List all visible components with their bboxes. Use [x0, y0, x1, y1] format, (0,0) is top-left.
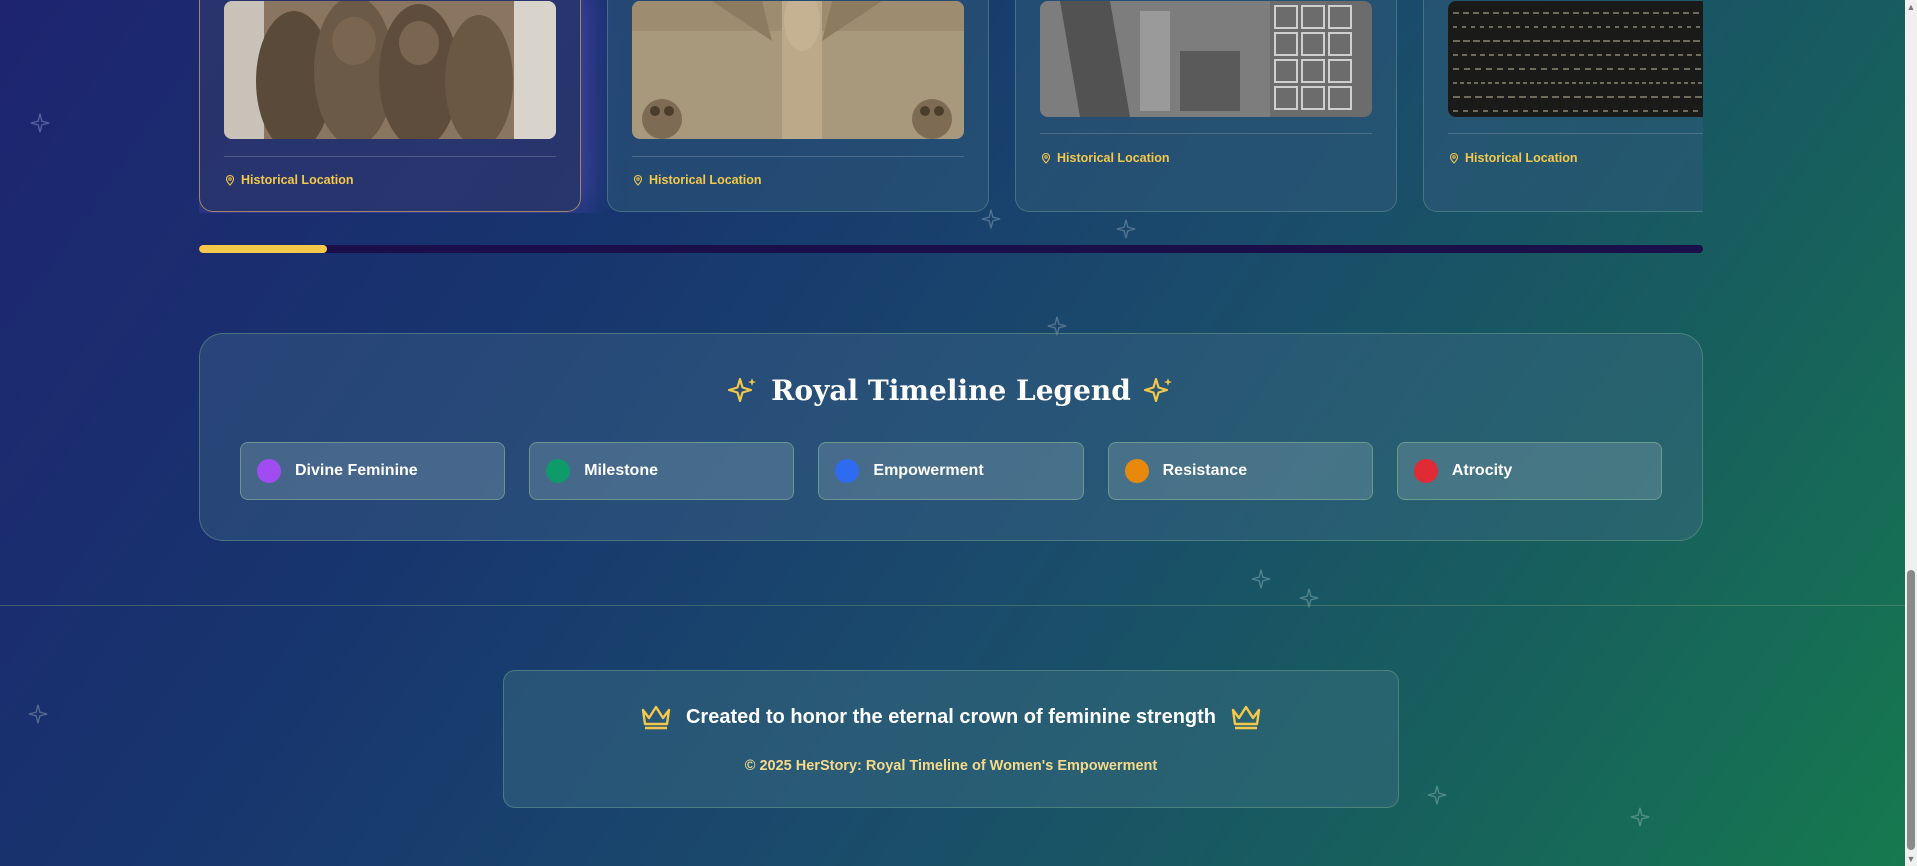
footer-tagline: Created to honor the eternal crown of fe…	[685, 705, 1217, 728]
card-location: Historical Location	[224, 173, 354, 187]
card-location: Historical Location	[632, 173, 762, 187]
sparkle-icon	[1629, 806, 1651, 828]
sparkle-icon	[1426, 784, 1448, 806]
card-location-label: Historical Location	[1465, 151, 1578, 165]
footer-divider	[0, 605, 1905, 606]
legend-color-dot	[1413, 459, 1438, 483]
card-image	[632, 1, 964, 139]
map-pin-icon	[633, 174, 643, 186]
legend-item-resistance: Resistance	[1107, 442, 1373, 500]
scroll-up-icon[interactable]: ▲	[1905, 0, 1917, 14]
card-location-label: Historical Location	[241, 173, 354, 187]
timeline-legend: Royal Timeline Legend Divine Feminine Mi…	[199, 333, 1703, 541]
footer-copyright: © 2025 HerStory: Royal Timeline of Women…	[744, 758, 1158, 774]
legend-item-label: Divine Feminine	[295, 462, 418, 479]
legend-item-label: Resistance	[1162, 462, 1248, 479]
timeline-card[interactable]: Historical Location	[1015, 0, 1397, 212]
timeline-card[interactable]: Historical Location	[1423, 0, 1703, 212]
legend-color-dot	[546, 459, 571, 483]
crown-icon	[641, 705, 671, 730]
sparkle-icon	[27, 703, 49, 725]
map-pin-icon	[225, 174, 235, 186]
carousel-progress-bar[interactable]	[199, 245, 1703, 253]
sparkle-icon	[1143, 377, 1172, 402]
legend-heading: Royal Timeline Legend	[200, 374, 1702, 407]
card-location: Historical Location	[1040, 151, 1170, 165]
page-scrollbar[interactable]: ▲ ▼	[1905, 0, 1917, 866]
map-pin-icon	[1041, 152, 1051, 164]
sparkle-icon	[1250, 568, 1272, 590]
legend-color-dot	[257, 459, 281, 483]
timeline-card[interactable]: Historical Location	[199, 0, 581, 212]
legend-color-dot	[1124, 459, 1149, 483]
legend-item-label: Milestone	[584, 462, 658, 479]
card-location-label: Historical Location	[649, 173, 762, 187]
legend-item-divine-feminine: Divine Feminine	[240, 442, 506, 500]
legend-color-dot	[835, 459, 860, 483]
footer-tagline-row: Created to honor the eternal crown of fe…	[504, 703, 1398, 731]
legend-item-label: Atrocity	[1451, 462, 1513, 479]
footer: Created to honor the eternal crown of fe…	[503, 670, 1399, 808]
card-image	[1448, 1, 1703, 117]
legend-item-atrocity: Atrocity	[1396, 442, 1663, 500]
sparkle-icon	[1115, 218, 1137, 240]
crown-icon	[1231, 705, 1261, 730]
scroll-down-icon[interactable]: ▼	[1905, 852, 1917, 866]
legend-item-empowerment: Empowerment	[818, 442, 1084, 500]
sparkle-icon	[29, 112, 51, 134]
timeline-carousel[interactable]: Historical Location Historical Location	[199, 0, 1703, 213]
legend-item-label: Empowerment	[873, 462, 984, 479]
card-image	[1040, 1, 1372, 117]
legend-item-milestone: Milestone	[529, 442, 795, 500]
legend-items: Divine Feminine Milestone Empowerment Re…	[240, 442, 1663, 500]
card-location: Historical Location	[1448, 151, 1578, 165]
card-location-label: Historical Location	[1057, 151, 1170, 165]
sparkle-icon	[728, 377, 757, 402]
timeline-card[interactable]: Historical Location	[607, 0, 989, 212]
scrollbar-thumb[interactable]	[1907, 570, 1915, 850]
legend-title: Royal Timeline Legend	[771, 374, 1131, 407]
card-image	[224, 1, 556, 139]
map-pin-icon	[1449, 152, 1459, 164]
carousel-progress-fill	[199, 245, 327, 253]
